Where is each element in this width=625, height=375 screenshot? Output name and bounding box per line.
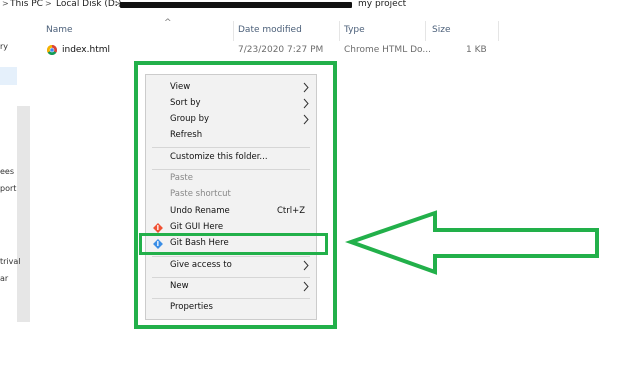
chrome-icon bbox=[47, 45, 57, 55]
nav-scrollbar[interactable] bbox=[17, 106, 30, 322]
breadcrumb-drive[interactable]: Local Disk (D:) bbox=[56, 0, 121, 9]
column-type[interactable]: Type bbox=[344, 25, 365, 35]
breadcrumb-separator: > bbox=[45, 0, 52, 8]
file-name[interactable]: index.html bbox=[62, 45, 110, 55]
annotation-arrow-icon bbox=[345, 210, 599, 275]
column-date-modified[interactable]: Date modified bbox=[238, 25, 302, 35]
column-name[interactable]: Name bbox=[46, 25, 73, 35]
nav-item-fragment[interactable]: trival bbox=[0, 257, 21, 266]
nav-item-fragment[interactable]: ar bbox=[0, 274, 8, 283]
nav-item-fragment[interactable]: ry bbox=[0, 42, 8, 51]
column-divider[interactable] bbox=[498, 21, 499, 41]
breadcrumb-this-pc[interactable]: This PC bbox=[10, 0, 43, 9]
column-divider[interactable] bbox=[339, 21, 340, 41]
file-size: 1 KB bbox=[466, 45, 487, 55]
navigation-pane[interactable]: ry ees port trival ar bbox=[0, 12, 30, 375]
column-divider[interactable] bbox=[425, 21, 426, 41]
nav-selected-item[interactable] bbox=[0, 67, 17, 85]
sort-caret-icon: ^ bbox=[164, 18, 172, 28]
annotation-highlight-git-bash bbox=[139, 233, 328, 255]
redacted-path bbox=[120, 2, 352, 8]
breadcrumb-folder[interactable]: my project bbox=[358, 0, 406, 9]
breadcrumb-separator: > bbox=[2, 0, 9, 8]
column-divider[interactable] bbox=[233, 21, 234, 41]
column-header: ^ Name Date modified Type Size bbox=[30, 18, 625, 41]
address-bar[interactable]: > This PC > Local Disk (D:) > my project bbox=[0, 0, 625, 11]
annotation-highlight-menu bbox=[134, 61, 337, 329]
file-row[interactable]: index.html 7/23/2020 7:27 PM Chrome HTML… bbox=[30, 42, 500, 60]
nav-item-fragment[interactable]: port bbox=[0, 184, 16, 193]
file-date: 7/23/2020 7:27 PM bbox=[238, 45, 324, 55]
nav-item-fragment[interactable]: ees bbox=[0, 167, 14, 176]
column-size[interactable]: Size bbox=[432, 25, 450, 35]
file-type: Chrome HTML Do... bbox=[344, 45, 431, 55]
